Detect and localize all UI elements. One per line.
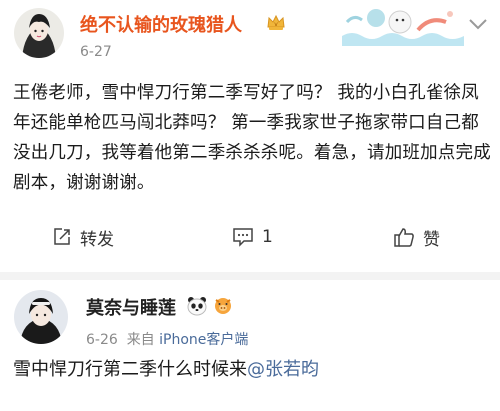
repost-button[interactable]: 转发: [52, 222, 114, 252]
comment-icon: [233, 228, 253, 247]
comment-count: 1: [262, 227, 273, 247]
comment-source-prefix: 来自: [126, 332, 155, 348]
comment-date: 6-26: [86, 332, 118, 348]
comment-card: [0, 280, 500, 411]
post-card: 绝不认输的玫瑰猎人 v 6-27 王倦老师，雪中悍刀行第二季写好了吗？ 我的小白…: [0, 0, 500, 272]
comment-username[interactable]: 莫奈与睡莲: [86, 294, 176, 320]
mention-link[interactable]: @张若昀: [247, 359, 319, 380]
swimming-cat-decoration-icon: [342, 9, 464, 46]
panda-emoji-icon: [186, 296, 208, 320]
post-body-text: 王倦老师，雪中悍刀行第二季写好了吗？ 我的小白孔雀徐凤年还能单枪匹马闯北莽吗？ …: [13, 83, 491, 193]
like-button[interactable]: 赞: [393, 222, 440, 252]
like-label: 赞: [423, 229, 440, 250]
svg-text:v: v: [274, 21, 278, 28]
comment-button[interactable]: 1: [232, 222, 273, 252]
comment-meta: 6-26 来自 iPhone客户端: [86, 329, 248, 349]
crown-badge-icon: v: [266, 13, 286, 35]
comment-device-link[interactable]: iPhone客户端: [159, 332, 248, 348]
repost-icon: [54, 228, 70, 245]
chevron-down-icon[interactable]: [468, 18, 488, 30]
post-username[interactable]: 绝不认输的玫瑰猎人: [80, 11, 242, 37]
thumbs-up-icon: [394, 228, 414, 247]
comment-body-text: 雪中悍刀行第二季什么时候来: [13, 359, 247, 380]
repost-label: 转发: [80, 229, 114, 250]
pig-badge-icon: [212, 296, 234, 320]
comment-author-avatar[interactable]: [14, 290, 68, 344]
comment-body: 雪中悍刀行第二季什么时候来@张若昀: [13, 355, 319, 381]
post-author-avatar[interactable]: [14, 8, 64, 58]
post-date: 6-27: [80, 44, 112, 60]
